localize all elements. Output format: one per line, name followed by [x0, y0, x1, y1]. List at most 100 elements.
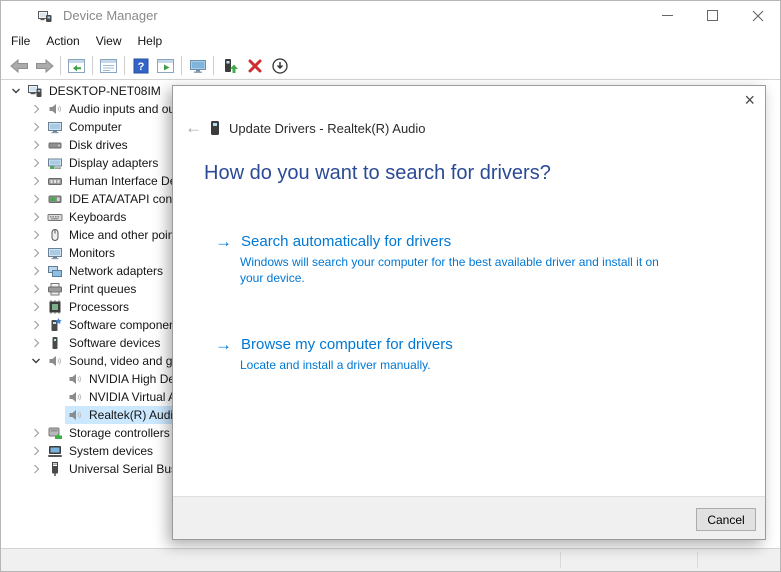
collapsed-chevron-icon[interactable]: [27, 335, 45, 351]
ide-controller-icon: [47, 191, 63, 207]
collapsed-chevron-icon[interactable]: [27, 155, 45, 171]
tree-item-label: Computer: [67, 119, 124, 135]
close-icon: [752, 10, 764, 22]
option-browse-my-computer-for-drivers[interactable]: →Browse my computer for driversLocate an…: [215, 335, 729, 373]
hid-icon: [47, 173, 63, 189]
audio-device-icon: [209, 120, 221, 136]
back-arrow-icon: [9, 57, 30, 75]
collapsed-chevron-icon[interactable]: [27, 209, 45, 225]
toolbar-separator: [60, 56, 61, 75]
maximize-button[interactable]: [690, 1, 735, 30]
minimize-icon: [662, 10, 673, 21]
toolbar: ?: [1, 52, 780, 80]
collapsed-chevron-icon[interactable]: [27, 425, 45, 441]
status-bar-separator: [697, 552, 698, 568]
monitor-icon: [47, 119, 63, 135]
dialog-title: Update Drivers - Realtek(R) Audio: [229, 121, 426, 136]
arrow-right-icon: →: [215, 232, 232, 252]
tree-item-label: Software devices: [67, 335, 162, 351]
help-icon: ?: [132, 57, 150, 75]
status-bar: [1, 548, 780, 571]
svg-text:?: ?: [137, 61, 144, 73]
toolbar-separator: [92, 56, 93, 75]
computer-root-icon: [27, 83, 43, 99]
cancel-button[interactable]: Cancel: [696, 508, 756, 531]
dialog-back-icon[interactable]: ←: [185, 119, 203, 137]
expanded-chevron-icon[interactable]: [7, 83, 25, 99]
device-manager-app-icon: [37, 8, 53, 24]
tree-item-label: Processors: [67, 299, 131, 315]
tree-item-label: Storage controllers: [67, 425, 172, 441]
close-button[interactable]: [735, 1, 780, 30]
collapsed-chevron-icon[interactable]: [27, 119, 45, 135]
disk-icon: [47, 137, 63, 153]
menu-bar: FileActionViewHelp: [1, 30, 780, 52]
scan-for-hardware-changes-button[interactable]: [267, 54, 292, 77]
toolbar-separator: [124, 56, 125, 75]
collapsed-chevron-icon[interactable]: [27, 101, 45, 117]
expanded-chevron-icon[interactable]: [27, 353, 45, 369]
collapsed-chevron-icon[interactable]: [27, 317, 45, 333]
device-manager-window: Device Manager FileActionViewHelp ? DESK…: [0, 0, 781, 572]
speaker-icon: [67, 371, 83, 387]
properties-icon: [99, 57, 118, 75]
speaker-icon: [47, 101, 63, 117]
action-pane-button[interactable]: [153, 54, 178, 77]
menu-item-help[interactable]: Help: [130, 31, 171, 51]
chevron-placeholder: [47, 371, 65, 387]
tree-item-label: System devices: [67, 443, 155, 459]
window-title: Device Manager: [63, 8, 158, 23]
collapsed-chevron-icon[interactable]: [27, 281, 45, 297]
menu-item-view[interactable]: View: [88, 31, 130, 51]
arrow-right-icon: →: [215, 335, 232, 355]
tree-item-label: Network adapters: [67, 263, 165, 279]
dialog-close-icon[interactable]: ×: [744, 90, 755, 110]
dialog-footer: Cancel: [173, 496, 765, 539]
option-label: Browse my computer for drivers: [241, 335, 453, 355]
tree-item-label: Disk drives: [67, 137, 130, 153]
computer-button[interactable]: [185, 54, 210, 77]
status-bar-separator: [560, 552, 561, 568]
tree-item-label: Realtek(R) Audio: [87, 407, 182, 423]
option-search-automatically-for-drivers[interactable]: → Search automatically for driversWindows…: [215, 232, 729, 286]
mouse-icon: [47, 227, 63, 243]
chevron-placeholder: [47, 389, 65, 405]
display-adapter-icon: [47, 155, 63, 171]
menu-item-file[interactable]: File: [3, 31, 38, 51]
speaker-icon: [47, 353, 63, 369]
back-button[interactable]: [7, 54, 32, 77]
collapsed-chevron-icon[interactable]: [27, 227, 45, 243]
uninstall-device-button[interactable]: [242, 54, 267, 77]
collapsed-chevron-icon[interactable]: [27, 137, 45, 153]
usb-icon: [47, 461, 63, 477]
collapsed-chevron-icon[interactable]: [27, 191, 45, 207]
tree-item-label: Display adapters: [67, 155, 160, 171]
toolbar-separator: [213, 56, 214, 75]
forward-button[interactable]: [32, 54, 57, 77]
collapsed-chevron-icon[interactable]: [27, 461, 45, 477]
collapsed-chevron-icon[interactable]: [27, 245, 45, 261]
printer-icon: [47, 281, 63, 297]
action-pane-icon: [156, 57, 175, 75]
menu-item-action[interactable]: Action: [38, 31, 87, 51]
collapsed-chevron-icon[interactable]: [27, 263, 45, 279]
collapsed-chevron-icon[interactable]: [27, 173, 45, 189]
option-label: Search automatically for drivers: [241, 232, 451, 252]
help-button[interactable]: ?: [128, 54, 153, 77]
maximize-icon: [707, 10, 718, 21]
tree-item-label: Keyboards: [67, 209, 128, 225]
minimize-button[interactable]: [645, 1, 690, 30]
properties-button[interactable]: [96, 54, 121, 77]
keyboard-icon: [47, 209, 63, 225]
option-description: Windows will search your computer for th…: [240, 254, 676, 286]
processor-icon: [47, 299, 63, 315]
scan-icon: [271, 57, 289, 75]
tree-item-label: Print queues: [67, 281, 138, 297]
show-hide-console-tree-button[interactable]: [64, 54, 89, 77]
chevron-placeholder: [47, 407, 65, 423]
forward-arrow-icon: [34, 57, 55, 75]
computer-monitor-icon: [188, 57, 208, 75]
collapsed-chevron-icon[interactable]: [27, 299, 45, 315]
collapsed-chevron-icon[interactable]: [27, 443, 45, 459]
update-driver-button[interactable]: [217, 54, 242, 77]
